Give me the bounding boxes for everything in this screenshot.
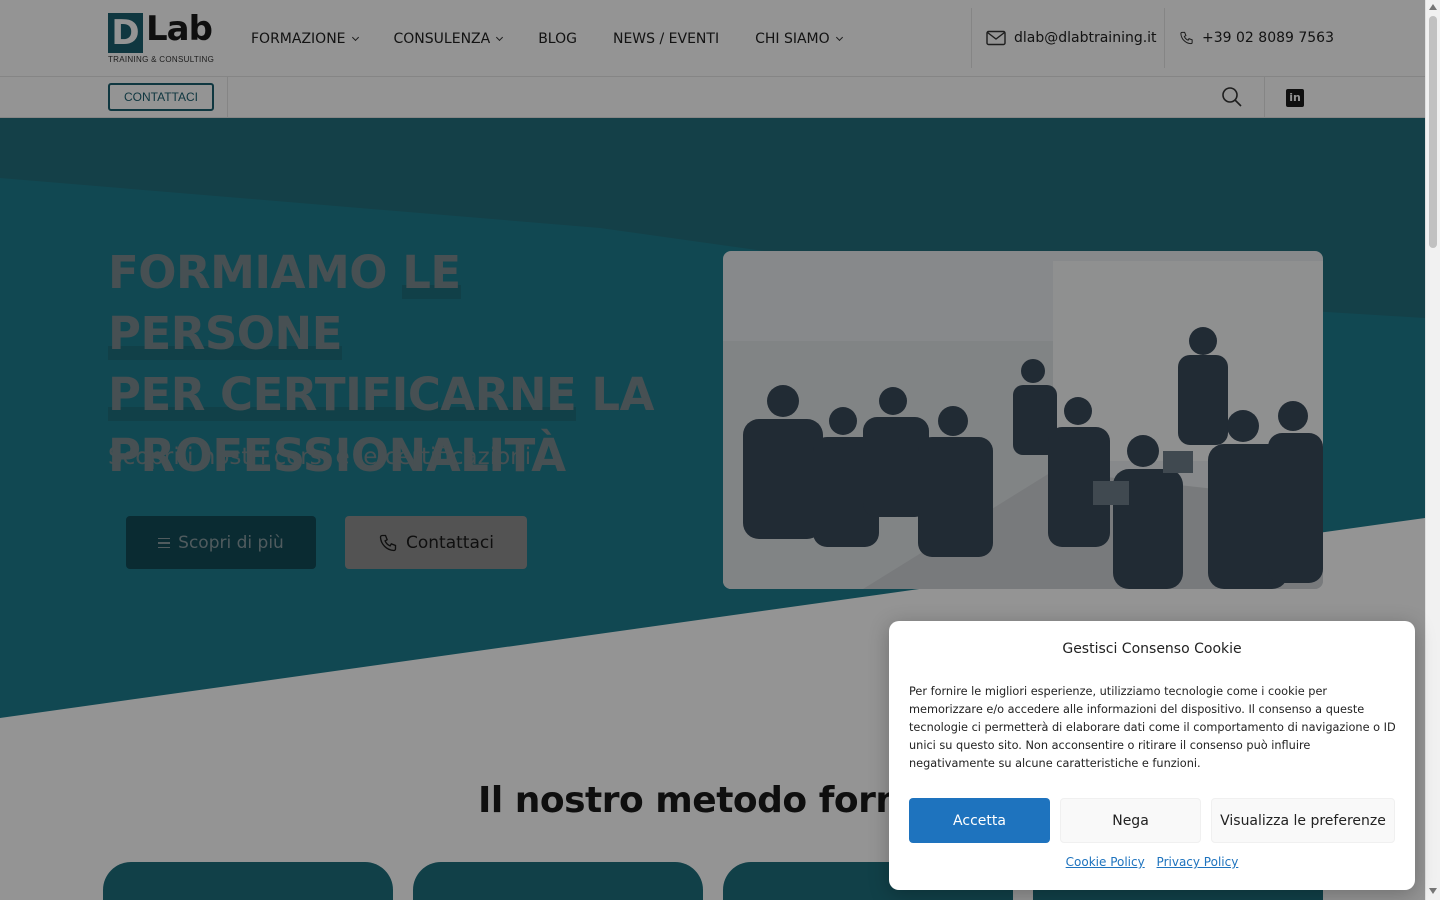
scrollbar[interactable] (1425, 0, 1440, 900)
accept-button[interactable]: Accetta (909, 798, 1050, 843)
cookie-links: Cookie Policy Privacy Policy (889, 855, 1415, 869)
deny-button[interactable]: Nega (1060, 798, 1201, 843)
cookie-consent-dialog: Gestisci Consenso Cookie Per fornire le … (889, 621, 1415, 890)
privacy-policy-link[interactable]: Privacy Policy (1157, 855, 1239, 869)
cookie-policy-link[interactable]: Cookie Policy (1066, 855, 1145, 869)
scroll-down-arrow-icon[interactable] (1429, 888, 1437, 894)
scrollbar-thumb[interactable] (1429, 16, 1437, 248)
cookie-title: Gestisci Consenso Cookie (1062, 641, 1242, 657)
scroll-up-arrow-icon[interactable] (1429, 4, 1437, 10)
cookie-description: Per fornire le migliori esperienze, util… (909, 685, 1396, 770)
view-preferences-button[interactable]: Visualizza le preferenze (1211, 798, 1395, 843)
